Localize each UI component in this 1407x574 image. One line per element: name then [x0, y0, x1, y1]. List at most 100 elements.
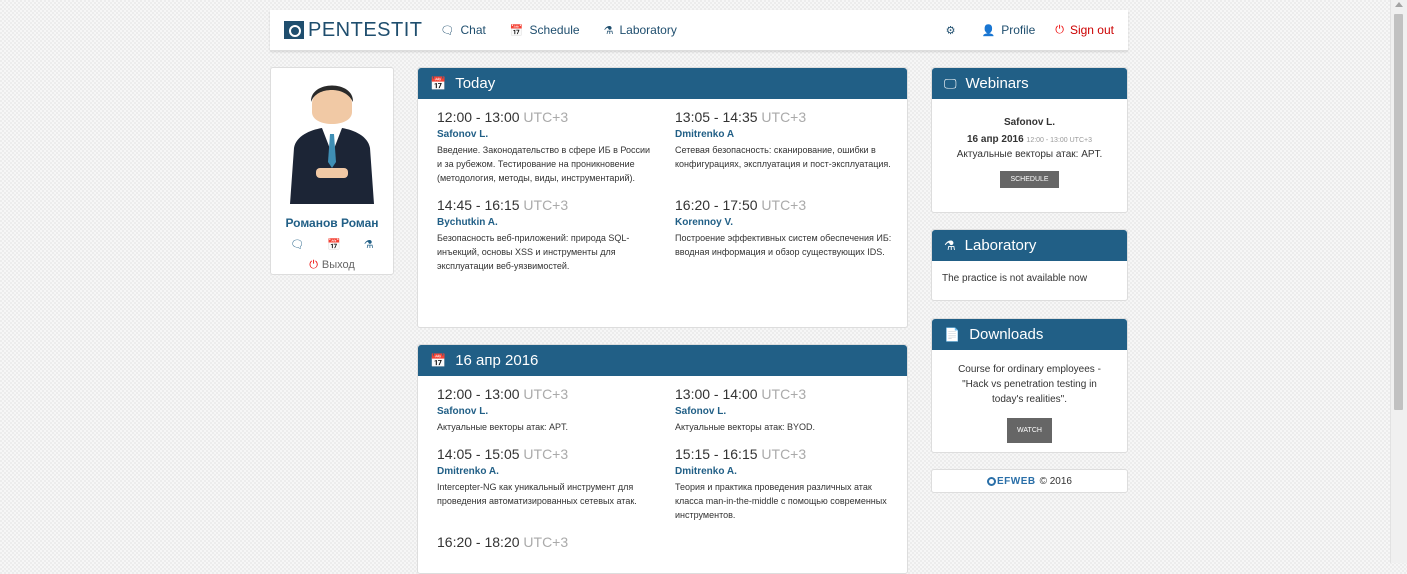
settings-link[interactable]: ⚙: [946, 24, 962, 37]
slot-time: 12:00 - 13:00: [437, 386, 520, 402]
slot-timezone: UTC+3: [761, 109, 807, 125]
webinars-header: 🖵 Webinars: [932, 68, 1127, 99]
slot-timezone: UTC+3: [761, 386, 807, 402]
nav-laboratory-link[interactable]: ⚗ Laboratory: [604, 23, 677, 37]
calendar-icon[interactable]: 📅: [327, 238, 341, 251]
slot-timezone: UTC+3: [523, 109, 569, 125]
schedule-slot: 15:15 - 16:15 UTC+3 Dmitrenko A. Теория …: [675, 446, 913, 522]
webinars-title: Webinars: [965, 75, 1029, 92]
laboratory-panel: ⚗ Laboratory The practice is not availab…: [931, 229, 1128, 301]
watch-button[interactable]: WATCH: [1007, 418, 1052, 443]
nav-profile-link[interactable]: 👤 Profile: [982, 23, 1036, 37]
gears-icon: ⚙: [945, 24, 956, 37]
slot-time: 15:15 - 16:15: [675, 446, 758, 462]
slot-speaker: Dmitrenko A: [675, 129, 735, 140]
today-title: Today: [455, 75, 496, 92]
downloads-body: Course for ordinary employees - "Hack vs…: [932, 350, 1127, 455]
slot-time: 14:05 - 15:05: [437, 446, 520, 462]
profile-logout-link[interactable]: ⏻ Выход: [271, 259, 393, 272]
power-icon: ⏻: [309, 259, 318, 271]
slot-timezone: UTC+3: [761, 197, 807, 213]
calendar-icon: 📅: [509, 24, 524, 37]
schedule-slot: 16:20 - 17:50 UTC+3 Korennoy V. Построен…: [675, 197, 913, 273]
slot-speaker: Dmitrenko A.: [675, 466, 737, 477]
slot-speaker: Safonov L.: [437, 406, 489, 417]
slot-timezone: UTC+3: [761, 446, 807, 462]
slot-speaker: Dmitrenko A.: [437, 466, 499, 477]
profile-quick-links: 🗨 📅 ⚗: [271, 238, 393, 251]
chat-icon[interactable]: 🗨: [290, 238, 304, 251]
schedule-today-panel: 📅 Today 12:00 - 13:00 UTC+3 Safonov L. В…: [417, 67, 908, 328]
slot-description: Актуальные векторы атак: APT.: [437, 422, 569, 432]
cefweb-logo[interactable]: EFWEB: [986, 475, 1036, 487]
slot-time: 12:00 - 13:00: [437, 109, 520, 125]
today-panel-header: 📅 Today: [418, 68, 907, 99]
slot-time: 13:00 - 14:00: [675, 386, 758, 402]
slot-description: Теория и практика проведения различных а…: [675, 482, 887, 520]
slot-time: 13:05 - 14:35: [675, 109, 758, 125]
webinar-topic: Актуальные векторы атак: APT.: [956, 149, 1103, 160]
laboratory-title: Laboratory: [964, 237, 1037, 254]
slot-time: 16:20 - 18:20: [437, 534, 520, 550]
nav-schedule-link[interactable]: 📅 Schedule: [510, 23, 580, 37]
slot-speaker: Safonov L.: [437, 129, 489, 140]
webinars-panel: 🖵 Webinars Safonov L. 16 апр 2016 12:00 …: [931, 67, 1128, 213]
file-icon: 📄: [944, 326, 961, 342]
page-scrollbar[interactable]: [1390, 0, 1407, 563]
flask-icon: ⚗: [944, 237, 956, 253]
flask-icon: ⚗: [603, 24, 614, 37]
downloads-panel: 📄 Downloads Course for ordinary employee…: [931, 318, 1128, 453]
today-slots: 12:00 - 13:00 UTC+3 Safonov L. Введение.…: [418, 99, 907, 285]
scroll-up-icon[interactable]: [1395, 2, 1403, 7]
user-icon: 👤: [981, 24, 996, 37]
schedule-apr-panel: 📅 16 апр 2016 12:00 - 13:00 UTC+3 Safono…: [417, 344, 908, 574]
schedule-slot: 13:05 - 14:35 UTC+3 Dmitrenko A Сетевая …: [675, 109, 913, 185]
cefweb-logo-icon: [986, 476, 996, 486]
nav-signout-link[interactable]: ⏻ Sign out: [1055, 23, 1114, 37]
schedule-slot: 16:20 - 18:20 UTC+3: [437, 534, 675, 550]
schedule-slot: 14:45 - 16:15 UTC+3 Bychutkin A. Безопас…: [437, 197, 675, 273]
slot-time: 14:45 - 16:15: [437, 197, 520, 213]
schedule-button[interactable]: SCHEDULE: [1000, 171, 1059, 188]
slot-description: Введение. Законодательство в сфере ИБ в …: [437, 145, 651, 183]
schedule-slot: 12:00 - 13:00 UTC+3 Safonov L. Введение.…: [437, 109, 675, 185]
slot-description: Актуальные векторы атак: BYOD.: [675, 422, 816, 432]
slot-timezone: UTC+3: [523, 197, 569, 213]
nav-chat-link[interactable]: 🗨 Chat: [441, 23, 486, 37]
slot-description: Intercepter-NG как уникальный инструмент…: [437, 482, 637, 506]
logout-label: Выход: [321, 259, 355, 271]
schedule-slot: 13:00 - 14:00 UTC+3 Safonov L. Актуальны…: [675, 386, 913, 434]
slot-speaker: Safonov L.: [675, 406, 727, 417]
cefweb-brand: EFWEB: [996, 475, 1036, 487]
monitor-icon: 🖵: [944, 75, 957, 91]
power-icon: ⏻: [1055, 23, 1064, 36]
slot-timezone: UTC+3: [523, 534, 569, 550]
apr-panel-header: 📅 16 апр 2016: [418, 345, 907, 376]
slot-timezone: UTC+3: [523, 386, 569, 402]
webinar-date: 16 апр 2016: [967, 134, 1024, 145]
webinar-speaker: Safonov L.: [1003, 117, 1056, 128]
brand-name: PENTESTIT: [308, 18, 423, 41]
apr-slots: 12:00 - 13:00 UTC+3 Safonov L. Актуальны…: [418, 376, 907, 562]
scrollbar-thumb[interactable]: [1394, 14, 1403, 410]
nav-laboratory-label: Laboratory: [619, 23, 677, 37]
chat-icon: 🗨: [440, 24, 455, 37]
slot-description: Сетевая безопасность: сканирование, ошиб…: [675, 145, 891, 169]
avatar: [282, 76, 382, 204]
schedule-slot: 12:00 - 13:00 UTC+3 Safonov L. Актуальны…: [437, 386, 675, 434]
webinar-time: 12:00 - 13:00 UTC+3: [1026, 137, 1092, 144]
laboratory-header: ⚗ Laboratory: [932, 230, 1127, 261]
flask-icon[interactable]: ⚗: [364, 238, 374, 251]
nav-signout-label: Sign out: [1069, 23, 1114, 37]
nav-right-group: ⚙ 👤 Profile ⏻ Sign out: [926, 23, 1114, 37]
download-description: Course for ordinary employees - "Hack vs…: [958, 364, 1101, 405]
slot-description: Построение эффективных систем обеспечени…: [675, 233, 892, 257]
slot-description: Безопасность веб-приложений: природа SQL…: [437, 233, 630, 271]
slot-speaker: Korennoy V.: [675, 217, 733, 228]
brand-logo[interactable]: PENTESTIT: [284, 19, 423, 42]
downloads-header: 📄 Downloads: [932, 319, 1127, 350]
slot-timezone: UTC+3: [523, 446, 569, 462]
downloads-title: Downloads: [969, 326, 1044, 343]
calendar-icon: 📅: [430, 352, 447, 368]
nav-schedule-label: Schedule: [529, 23, 580, 37]
